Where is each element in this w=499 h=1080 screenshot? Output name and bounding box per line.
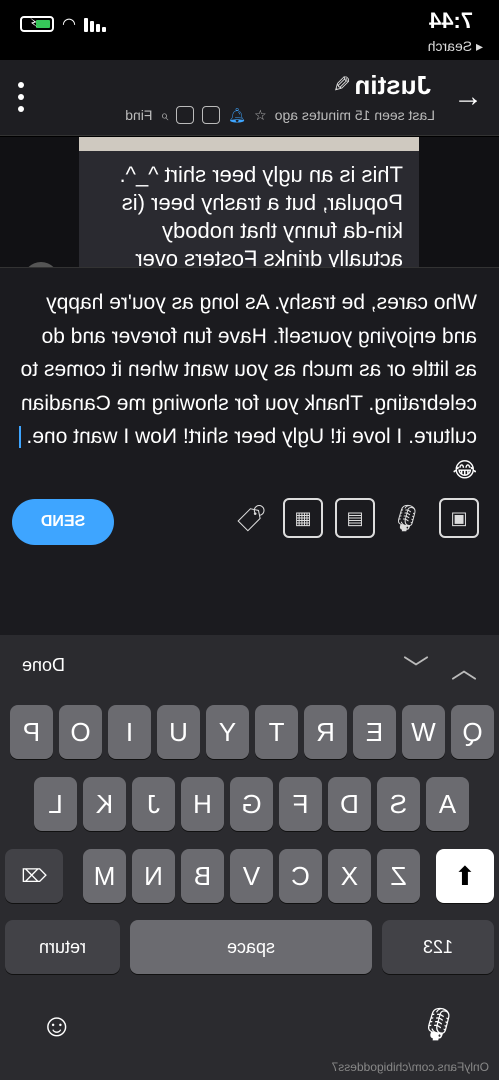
find-label[interactable]: Find <box>125 107 152 123</box>
text-caret <box>18 426 21 449</box>
microphone-icon[interactable]: 🎙︎ <box>387 498 427 538</box>
key-f[interactable]: F <box>279 777 322 831</box>
shift-key[interactable]: ⬆ <box>436 849 494 903</box>
wifi-icon: ◠ <box>62 16 76 33</box>
bell-icon[interactable]: 🔔︎ <box>228 107 246 124</box>
key-u[interactable]: U <box>157 705 200 759</box>
star-icon[interactable]: ☆ <box>254 107 267 124</box>
clock: 7:44 <box>428 8 473 33</box>
search-icon[interactable]: ⌕ <box>160 107 168 124</box>
key-i[interactable]: I <box>108 705 151 759</box>
keyboard: ︿ ﹀ Done Q W E R T Y U I O P A S D F G H… <box>0 635 499 1080</box>
key-m[interactable]: M <box>83 849 126 903</box>
message-composer: Who cares, be trashy. As long as you're … <box>0 267 499 635</box>
price-tag-icon[interactable]: 🏷︎ <box>231 498 271 538</box>
key-t[interactable]: T <box>255 705 298 759</box>
message-list[interactable]: This is an ugly beer shirt ^_^. Popular,… <box>0 137 499 267</box>
key-p[interactable]: P <box>10 705 53 759</box>
message-input[interactable]: Who cares, be trashy. As long as you're … <box>15 286 477 487</box>
key-b[interactable]: B <box>181 849 224 903</box>
numbers-key[interactable]: 123 <box>382 920 494 974</box>
message-input-text: Who cares, be trashy. As long as you're … <box>20 291 477 448</box>
key-o[interactable]: O <box>59 705 102 759</box>
key-z[interactable]: Z <box>377 849 420 903</box>
edit-pencil-icon[interactable]: ✎ <box>333 72 351 98</box>
contact-name[interactable]: Justin <box>354 70 431 101</box>
key-w[interactable]: W <box>402 705 445 759</box>
dictation-mic-icon[interactable]: 🎙︎ <box>418 1005 459 1043</box>
header-subline: Last seen 15 minutes ago ☆ 🔔︎ ⌕ Find <box>125 106 435 124</box>
chevron-up-icon[interactable]: ︿ <box>451 649 477 686</box>
return-key[interactable]: return <box>5 920 120 974</box>
key-n[interactable]: N <box>132 849 175 903</box>
key-a[interactable]: A <box>426 777 469 831</box>
cellular-signal-icon <box>83 16 106 32</box>
key-v[interactable]: V <box>230 849 273 903</box>
key-k[interactable]: K <box>83 777 126 831</box>
key-c[interactable]: C <box>279 849 322 903</box>
message-photo[interactable] <box>79 137 419 151</box>
schedule-calendar-icon[interactable]: ▦ <box>283 498 323 538</box>
chat-header: ← Justin ✎ Last seen 15 minutes ago ☆ 🔔︎… <box>0 60 499 136</box>
space-bar[interactable]: space <box>130 920 372 974</box>
key-d[interactable]: D <box>328 777 371 831</box>
image-icon[interactable]: ▣ <box>439 498 479 538</box>
more-options-icon[interactable] <box>18 82 24 112</box>
key-e[interactable]: E <box>353 705 396 759</box>
key-y[interactable]: Y <box>206 705 249 759</box>
key-q[interactable]: Q <box>451 705 494 759</box>
image-gallery-icon[interactable] <box>176 106 195 124</box>
laughing-emoji: 😂 <box>452 458 477 482</box>
key-s[interactable]: S <box>377 777 420 831</box>
message-text: This is an ugly beer shirt ^_^. Popular,… <box>119 162 403 267</box>
incoming-message-bubble: This is an ugly beer shirt ^_^. Popular,… <box>79 137 419 267</box>
status-icons: ◠ ⚡ <box>20 14 106 34</box>
watermark: OnlyFans.com/chibigoddess7 <box>331 1060 489 1074</box>
back-to-search-link[interactable]: ◂ Search <box>428 38 483 55</box>
media-gallery-icon[interactable]: ▤ <box>335 498 375 538</box>
key-x[interactable]: X <box>328 849 371 903</box>
keyboard-accessory-bar: ︿ ﹀ Done <box>0 635 499 695</box>
media-icon[interactable] <box>202 106 221 124</box>
key-g[interactable]: G <box>230 777 273 831</box>
key-j[interactable]: J <box>132 777 175 831</box>
send-button[interactable]: SEND <box>12 499 114 545</box>
key-h[interactable]: H <box>181 777 224 831</box>
done-button[interactable]: Done <box>22 655 65 676</box>
back-arrow-icon[interactable]: ← <box>453 80 483 114</box>
last-seen-text: Last seen 15 minutes ago <box>274 107 435 123</box>
battery-icon: ⚡ <box>20 16 54 32</box>
key-r[interactable]: R <box>304 705 347 759</box>
status-bar: 7:44 ◂ Search ◠ ⚡ <box>0 0 499 60</box>
backspace-key[interactable]: ⌫ <box>5 849 63 903</box>
emoji-keyboard-icon[interactable]: ☺ <box>40 1007 73 1044</box>
key-l[interactable]: L <box>34 777 77 831</box>
chevron-down-icon[interactable]: ﹀ <box>403 649 429 686</box>
